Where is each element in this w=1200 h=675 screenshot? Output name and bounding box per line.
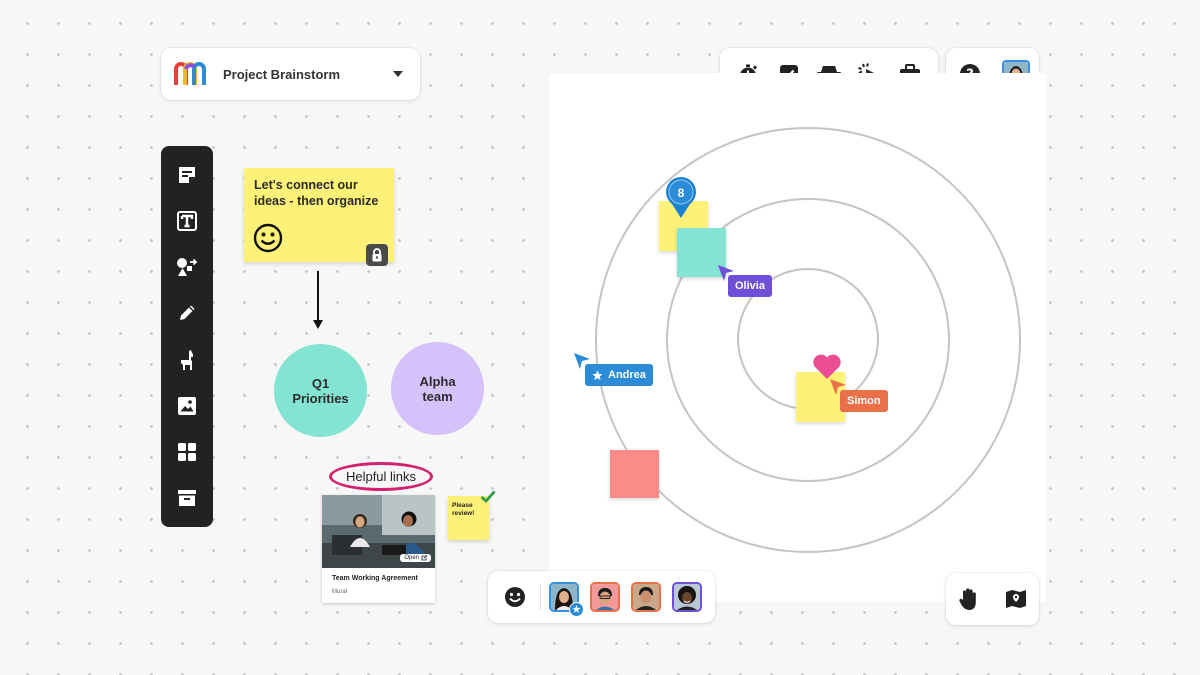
checkmark-icon <box>480 490 496 503</box>
sticky-note-review[interactable]: Please review! <box>448 490 496 540</box>
cursor-label-simon: Simon <box>840 390 888 412</box>
circle-label: Q1 Priorities <box>292 375 349 406</box>
open-link-button[interactable]: Open <box>400 554 431 562</box>
collaborator-avatar[interactable] <box>549 582 584 617</box>
hand-icon[interactable] <box>954 584 984 614</box>
heart-icon <box>813 354 841 379</box>
text-icon[interactable] <box>171 205 203 237</box>
shapes-icon[interactable] <box>171 251 203 283</box>
cursor-name: Andrea <box>608 369 646 381</box>
map-icon[interactable] <box>1001 584 1031 614</box>
project-title: Project Brainstorm <box>223 66 341 82</box>
image-icon[interactable] <box>171 390 203 422</box>
archive-icon[interactable] <box>171 482 203 514</box>
link-card[interactable]: Open Team Working Agreement Mural <box>322 495 435 603</box>
card-source: Mural <box>332 589 348 595</box>
circle-q1-priorities[interactable]: Q1 Priorities <box>274 344 367 437</box>
project-header: Project Brainstorm <box>161 48 420 100</box>
lock-icon <box>366 244 388 266</box>
llama-icon[interactable] <box>171 344 203 376</box>
vote-count: 8 <box>677 186 685 200</box>
collaborator-avatar[interactable] <box>631 582 661 612</box>
pen-icon[interactable] <box>171 297 203 329</box>
open-link-label: Open <box>404 555 419 561</box>
helpful-links-label[interactable]: Helpful links <box>329 462 433 491</box>
templates-icon[interactable] <box>171 436 203 468</box>
external-link-icon <box>421 555 427 561</box>
card-thumbnail: Open <box>322 495 435 568</box>
cursor-name: Simon <box>847 395 881 407</box>
sticky-note-coral[interactable] <box>610 450 659 498</box>
sticky-note-text: Let's connect our ideas - then organize <box>254 178 379 208</box>
circle-label: Alpha team <box>419 373 456 404</box>
mural-logo-icon <box>174 62 206 85</box>
collaborator-avatar[interactable] <box>590 582 620 612</box>
connector-arrow[interactable] <box>310 270 326 332</box>
collaborator-avatar[interactable] <box>672 582 702 612</box>
star-badge-icon <box>569 602 584 617</box>
sticky-note-text: Please review! <box>452 502 475 517</box>
cursor-label-olivia: Olivia <box>728 275 772 297</box>
cursor-label-andrea: Andrea <box>585 364 653 386</box>
sticky-note-connect[interactable]: Let's connect our ideas - then organize <box>244 168 394 266</box>
bottom-right-toolbar <box>946 573 1039 625</box>
smiley-icon <box>253 223 283 253</box>
sticky-note-icon[interactable] <box>171 159 203 191</box>
chevron-down-icon[interactable] <box>390 66 406 82</box>
divider <box>540 584 541 610</box>
star-icon <box>592 369 603 380</box>
helpful-links-text: Helpful links <box>345 469 417 484</box>
emoji-reaction-icon[interactable] <box>500 582 530 612</box>
collaborators-bar <box>488 571 715 623</box>
left-toolbar <box>161 146 213 527</box>
card-title: Team Working Agreement <box>332 575 418 582</box>
circle-alpha-team[interactable]: Alpha team <box>391 342 484 435</box>
cursor-name: Olivia <box>735 280 765 292</box>
